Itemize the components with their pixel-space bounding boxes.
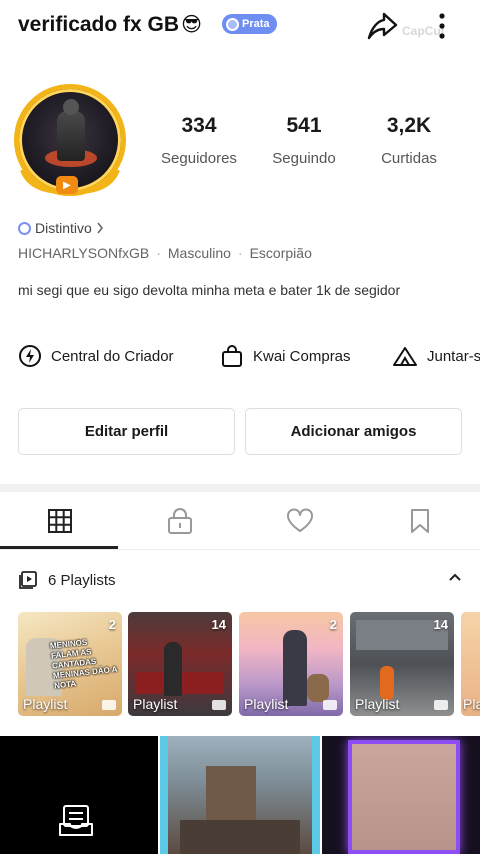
section-divider [0, 484, 480, 492]
gender: Masculino [167, 245, 231, 261]
zodiac-sign: Escorpião [249, 245, 312, 261]
thumb-figure [164, 642, 182, 696]
play-icon: ▶ [56, 176, 78, 194]
playlists-count-label: 6 Playlists [48, 571, 116, 589]
thumb-caption: MENINOS FALAM AS CANTADAS MENINAS DÃO A … [49, 637, 118, 691]
shortcut-label: Juntar-s [427, 347, 480, 365]
playlist-tag-icon [434, 700, 448, 710]
playlist-label: Playlist [133, 696, 178, 712]
sunglasses-emoji: 😎 [181, 14, 202, 36]
document-tray-icon [59, 805, 93, 836]
shortcut-label: Kwai Compras [253, 347, 351, 365]
username: HICHARLYSONfxGB [18, 245, 150, 261]
header: verificado fx GB 😎 Prata CapCut [0, 0, 480, 52]
playlist-label: Playlist [23, 696, 68, 712]
video-cell[interactable] [160, 736, 320, 854]
video-frame-edge [160, 736, 168, 854]
bookmark-icon [411, 509, 429, 533]
playlist-carousel: MENINOS FALAM AS CANTADAS MENINAS DÃO A … [18, 612, 480, 716]
playlist-tag-icon [212, 700, 226, 710]
tab-private[interactable] [120, 492, 240, 550]
playlist-card[interactable]: 14 Playlist [128, 612, 232, 716]
shortcut-join[interactable]: Juntar-s [392, 344, 480, 368]
playlist-count: 14 [433, 617, 448, 632]
grid-icon [48, 509, 72, 533]
profile-title: verificado fx GB 😎 [18, 12, 202, 37]
tent-icon [393, 347, 417, 366]
stat-following[interactable]: 541 Seguindo [249, 114, 359, 167]
rank-badge-label: Prata [242, 18, 270, 30]
playlist-card[interactable]: 14 Playlist [350, 612, 454, 716]
playlists-header[interactable]: 6 Playlists [18, 568, 468, 592]
playlist-card[interactable]: MENINOS FALAM AS CANTADAS MENINAS DÃO A … [18, 612, 122, 716]
following-count: 541 [286, 114, 322, 137]
followers-label: Seguidores [161, 150, 237, 167]
distintivo-link[interactable]: Distintivo [18, 220, 104, 236]
shopping-bag-icon [222, 345, 242, 367]
distintivo-icon [18, 221, 31, 235]
thumb-figure [380, 666, 394, 700]
heart-icon [287, 508, 313, 532]
bolt-circle-icon [19, 345, 41, 367]
thumb-figure [283, 630, 307, 706]
share-icon[interactable] [364, 8, 400, 44]
badge-icon [226, 17, 239, 31]
add-friends-button[interactable]: Adicionar amigos [245, 408, 462, 455]
playlist-count: 2 [329, 617, 337, 632]
playlist-tag-icon [102, 700, 116, 710]
playlist-label: Playlist [244, 696, 289, 712]
tab-liked[interactable] [240, 492, 360, 550]
shortcut-label: Central do Criador [51, 347, 174, 365]
shortcut-kwai-shop[interactable]: Kwai Compras [220, 344, 351, 368]
profile-tabs [0, 492, 480, 550]
bio: mi segi que eu sigo devolta minha meta e… [18, 282, 401, 298]
followers-count: 334 [181, 114, 217, 137]
video-cell[interactable] [0, 736, 158, 854]
tab-saved[interactable] [360, 492, 480, 550]
following-label: Seguindo [272, 150, 336, 167]
playlist-label: Pla [463, 696, 480, 712]
video-thumbnail [348, 740, 460, 854]
rank-badge[interactable]: Prata [222, 14, 277, 34]
profile-meta: HICHARLYSONfxGB · Masculino · Escorpião [18, 245, 312, 261]
tab-videos[interactable] [0, 492, 120, 550]
lock-icon [168, 508, 192, 534]
edit-profile-button[interactable]: Editar perfil [18, 408, 235, 455]
likes-count: 3,2K [386, 114, 432, 137]
profile-title-text: verificado fx GB [18, 12, 180, 36]
playlist-card[interactable]: Pla [461, 612, 480, 716]
chevron-right-icon [97, 222, 103, 234]
video-frame-edge [312, 736, 320, 854]
chevron-up-icon[interactable] [448, 572, 462, 582]
playlist-label: Playlist [355, 696, 400, 712]
video-cell[interactable] [322, 736, 480, 854]
stat-followers[interactable]: 334 Seguidores [144, 114, 254, 167]
thumb-pet [307, 674, 329, 702]
distintivo-label: Distintivo [35, 220, 92, 236]
likes-label: Curtidas [381, 150, 437, 167]
stat-likes[interactable]: 3,2K Curtidas [354, 114, 464, 167]
playlist-tag-icon [323, 700, 337, 710]
shortcut-creator-center[interactable]: Central do Criador [18, 344, 174, 368]
avatar-character [57, 99, 85, 161]
more-vertical-icon[interactable] [424, 8, 460, 44]
active-tab-indicator [0, 546, 118, 549]
playlist-card[interactable]: 2 Playlist [239, 612, 343, 716]
playlist-count: 2 [108, 617, 116, 632]
playlist-count: 14 [211, 617, 226, 632]
video-ground [180, 820, 300, 854]
video-building [206, 766, 256, 826]
video-grid [0, 736, 480, 854]
playlist-icon [19, 571, 37, 589]
